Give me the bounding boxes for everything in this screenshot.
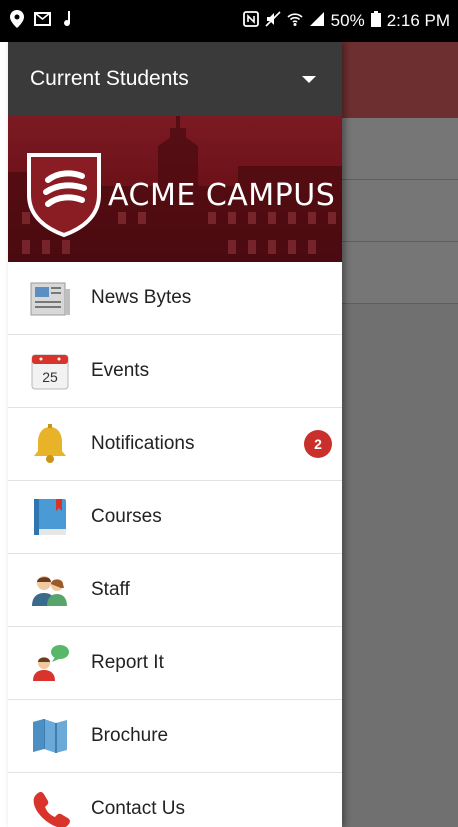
notification-count-badge: 2 [304, 430, 332, 458]
calendar-icon-date: 25 [42, 369, 58, 385]
status-right-icons: 50% 2:16 PM [242, 10, 450, 32]
menu-item-label: Courses [91, 506, 162, 527]
app-list-row [342, 118, 458, 180]
status-bar: 50% 2:16 PM [0, 0, 458, 42]
music-note-icon [61, 10, 73, 32]
book-icon [28, 495, 72, 539]
status-left-icons [10, 9, 73, 33]
battery-icon [370, 10, 381, 32]
status-time: 2:16 PM [386, 11, 450, 30]
dimmed-app-background[interactable] [342, 42, 458, 827]
app-list-row [342, 242, 458, 304]
menu-item-events[interactable]: 25 Events [8, 335, 342, 408]
menu-item-label: Contact Us [91, 798, 185, 819]
people-icon [28, 568, 72, 612]
mail-icon [34, 11, 51, 31]
newspaper-icon [28, 276, 72, 320]
app-toolbar [342, 42, 458, 118]
dropdown-arrow-icon [302, 75, 316, 83]
drawer-menu: News Bytes 25 Events Notifications 2 Cou… [8, 262, 342, 827]
menu-item-label: News Bytes [91, 287, 192, 308]
menu-item-label: Staff [91, 579, 130, 600]
menu-item-notifications[interactable]: Notifications 2 [8, 408, 342, 481]
menu-item-contact-us[interactable]: Contact Us [8, 773, 342, 827]
audience-selector[interactable]: Current Students [8, 42, 342, 116]
calendar-icon: 25 [28, 349, 72, 393]
menu-item-news-bytes[interactable]: News Bytes [8, 262, 342, 335]
wifi-icon [287, 11, 303, 32]
audience-selector-label: Current Students [30, 67, 189, 90]
app-list-row [342, 180, 458, 242]
campus-title: ACME CAMPUS [108, 178, 336, 213]
signal-icon [309, 11, 325, 32]
phone-icon [28, 787, 72, 827]
bell-icon [28, 422, 72, 466]
navigation-drawer: Current Students ACME CAMPUS News Bytes … [8, 42, 342, 827]
menu-item-brochure[interactable]: Brochure [8, 700, 342, 773]
menu-item-label: Brochure [91, 725, 169, 746]
campus-banner: ACME CAMPUS [8, 116, 342, 262]
menu-item-courses[interactable]: Courses [8, 481, 342, 554]
menu-item-report-it[interactable]: Report It [8, 627, 342, 700]
map-icon [28, 714, 72, 758]
location-pin-icon [10, 9, 24, 33]
battery-percentage: 50% [330, 11, 365, 30]
mute-icon [265, 10, 281, 32]
nfc-icon [242, 10, 259, 32]
menu-item-label: Report It [91, 652, 164, 673]
menu-item-staff[interactable]: Staff [8, 554, 342, 627]
speech-person-icon [28, 641, 72, 685]
menu-item-label: Notifications [91, 433, 195, 454]
menu-item-label: Events [91, 360, 150, 381]
